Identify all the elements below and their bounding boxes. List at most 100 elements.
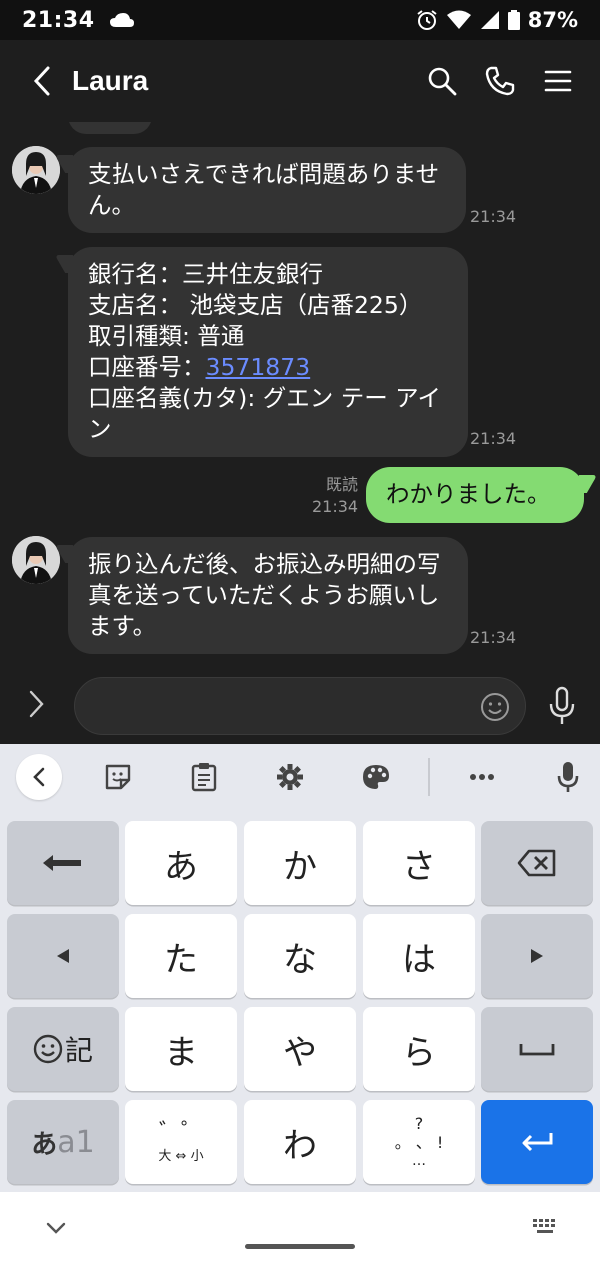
bank-name-line: 銀行名：三井住友銀行 (88, 260, 323, 288)
undo-arrow-icon (43, 855, 81, 871)
mic-icon (557, 762, 579, 792)
key-na[interactable]: な (244, 914, 356, 998)
message-time: 21:34 (470, 429, 517, 448)
chat-title: Laura (72, 65, 149, 96)
keyboard-switch-icon[interactable] (532, 1218, 558, 1238)
mic-icon[interactable] (548, 686, 576, 726)
message-list[interactable]: 支払いさえできれば問題ありません。 21:34 銀行名：三井住友銀行 支店名： … (0, 122, 600, 668)
avatar[interactable] (12, 536, 60, 584)
key-ta[interactable]: た (125, 914, 237, 998)
key-ra[interactable]: ら (363, 1007, 475, 1091)
key-ka[interactable]: か (244, 821, 356, 905)
keyboard-hide-icon[interactable] (44, 1216, 68, 1240)
key-ha[interactable]: は (363, 914, 475, 998)
message-time: 21:34 (470, 628, 517, 647)
read-receipt: 既読 21:34 (312, 474, 358, 518)
key-a[interactable]: あ (125, 821, 237, 905)
gear-icon (277, 764, 303, 790)
key-enter[interactable] (481, 1100, 593, 1184)
key-cursor-right[interactable] (481, 914, 593, 998)
more-horizontal-icon (470, 774, 494, 780)
key-space[interactable] (481, 1007, 593, 1091)
expand-button[interactable] (26, 688, 56, 724)
message-text: 支払いさえできれば問題ありません。 (88, 160, 440, 219)
key-emoji-label: 記 (64, 1034, 93, 1067)
chevron-left-icon (33, 767, 45, 787)
status-time: 21:34 (22, 7, 95, 33)
sticker-button[interactable] (102, 761, 134, 793)
menu-button[interactable] (542, 65, 574, 97)
emoji-icon[interactable] (479, 691, 511, 723)
size-toggle-label: 大 ⇔ 小 (158, 1148, 204, 1164)
palette-icon (363, 765, 389, 789)
dakuten-label: ゛゜ (158, 1119, 203, 1145)
avatar-photo (12, 536, 60, 584)
message-bubble[interactable]: 振り込んだ後、お振込み明細の写真を送っていただくようお願いします。 (68, 537, 468, 654)
message-time: 21:34 (470, 207, 517, 226)
alarm-icon (417, 10, 437, 30)
message-input-bar (0, 668, 600, 744)
theme-button[interactable] (360, 761, 392, 793)
enter-arrow-icon (522, 1133, 553, 1152)
settings-button[interactable] (274, 761, 306, 793)
chevron-left-icon (33, 66, 50, 96)
key-wa[interactable]: わ (244, 1100, 356, 1184)
key-cursor-left[interactable] (7, 914, 119, 998)
back-button[interactable] (22, 61, 62, 101)
cloud-icon (109, 13, 134, 27)
message-bubble[interactable]: 支払いさえできれば問題ありません。 (68, 147, 466, 233)
key-emoji-symbol[interactable]: 記 (7, 1007, 119, 1091)
smiley-icon (33, 1034, 63, 1064)
avatar[interactable] (12, 146, 60, 194)
triangle-right-icon (531, 949, 543, 963)
message-text: わかりました。 (386, 480, 551, 508)
message-input[interactable] (74, 677, 526, 735)
account-number-link[interactable]: 3571873 (206, 353, 311, 381)
clipboard-icon (191, 763, 217, 792)
account-type-line: 取引種類: 普通 (88, 322, 245, 350)
search-button[interactable] (426, 65, 458, 97)
chevron-right-icon (29, 690, 44, 718)
backspace-icon (517, 849, 556, 877)
call-button[interactable] (484, 65, 516, 97)
sticker-icon (105, 764, 131, 790)
triangle-left-icon (57, 949, 69, 963)
mode-label-kana: あ (31, 1129, 58, 1160)
message-bubble[interactable]: 銀行名：三井住友銀行 支店名： 池袋支店（店番225） 取引種類: 普通 口座番… (68, 247, 468, 457)
account-number-line: 口座番号：3571873 (88, 352, 448, 383)
key-ya[interactable]: や (244, 1007, 356, 1091)
battery-icon (507, 10, 520, 30)
avatar-photo (12, 146, 60, 194)
punct-question: ? (414, 1114, 424, 1133)
key-dakuten[interactable]: ゛゜ 大 ⇔ 小 (125, 1100, 237, 1184)
clipboard-button[interactable] (188, 761, 220, 793)
message-text: 振り込んだ後、お振込み明細の写真を送っていただくようお願いします。 (88, 550, 441, 640)
branch-line: 支店名： 池袋支店（店番225） (88, 291, 423, 319)
signal-icon (480, 11, 499, 29)
chat-header: Laura (0, 40, 600, 122)
voice-input-button[interactable] (552, 761, 584, 793)
account-number-label: 口座番号： (88, 353, 206, 381)
read-label: 既読 (325, 475, 358, 494)
key-mode-switch[interactable]: あ a1 (7, 1100, 119, 1184)
mode-label-alnum: a1 (57, 1124, 95, 1160)
battery-percent: 87% (527, 8, 578, 32)
punct-ellipsis: … (412, 1153, 426, 1169)
punct-main: 。 、 ! (394, 1133, 444, 1152)
message-bubble-sent[interactable]: わかりました。 (366, 467, 584, 523)
key-punctuation[interactable]: ? 。 、 ! … (363, 1100, 475, 1184)
more-button[interactable] (466, 761, 498, 793)
previous-message-bubble (68, 122, 152, 134)
keyboard-collapse-button[interactable] (16, 754, 62, 800)
toolbar-divider (428, 758, 430, 796)
key-undo[interactable] (7, 821, 119, 905)
wifi-icon (446, 10, 471, 29)
search-icon (428, 67, 457, 96)
key-backspace[interactable] (481, 821, 593, 905)
key-sa[interactable]: さ (363, 821, 475, 905)
status-bar: 21:34 87% (0, 0, 600, 40)
space-icon (519, 1044, 555, 1056)
message-text-field[interactable] (93, 678, 473, 734)
key-ma[interactable]: ま (125, 1007, 237, 1091)
home-gesture-bar[interactable] (245, 1244, 355, 1249)
